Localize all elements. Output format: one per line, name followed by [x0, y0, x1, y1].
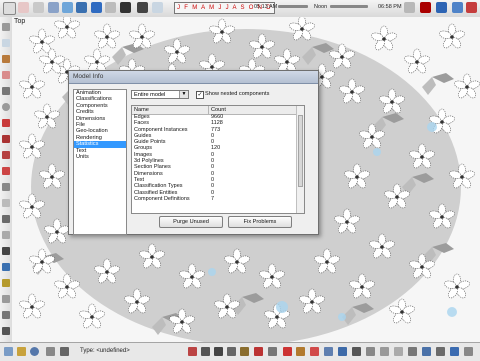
- line-tool-icon[interactable]: [48, 2, 59, 13]
- zoom-icon[interactable]: [2, 311, 10, 319]
- time-start-label: 05:13 AM: [254, 4, 278, 10]
- monochrome-icon[interactable]: [408, 347, 417, 356]
- hidden-line-icon[interactable]: [366, 347, 375, 356]
- row-count: 7: [211, 195, 215, 202]
- front-view-icon[interactable]: [450, 347, 459, 356]
- tape-measure-icon[interactable]: [2, 199, 10, 207]
- table-rows: Edges 9660 Faces 1128 Component Instances 7…: [132, 114, 296, 202]
- view-icon[interactable]: [120, 2, 131, 13]
- paint-icon[interactable]: [283, 347, 292, 356]
- drape-icon[interactable]: [310, 347, 319, 356]
- status-bar: Type: <undefined>: [0, 342, 480, 361]
- credits-icon[interactable]: [17, 347, 26, 356]
- time-slider-right[interactable]: [330, 5, 368, 8]
- shaded-icon[interactable]: [380, 347, 389, 356]
- chevron-down-icon: ▼: [179, 91, 188, 98]
- shape-tool-icon[interactable]: [76, 2, 87, 13]
- classifier-icon[interactable]: [60, 347, 69, 356]
- xray-icon[interactable]: [324, 347, 333, 356]
- eraser-tool-icon[interactable]: [2, 71, 10, 79]
- pencil-icon[interactable]: [2, 55, 10, 63]
- axes-icon[interactable]: [2, 263, 10, 271]
- nested-components-label: Show nested components: [205, 91, 270, 97]
- view-label: Top: [14, 18, 26, 25]
- make-component-icon[interactable]: [2, 39, 10, 47]
- zoom-extents-icon[interactable]: [2, 327, 10, 335]
- back-edges-icon[interactable]: [338, 347, 347, 356]
- rotate-tool-icon[interactable]: [201, 347, 210, 356]
- intersect-icon[interactable]: [254, 347, 263, 356]
- flip-icon[interactable]: [227, 347, 236, 356]
- move-icon[interactable]: [2, 135, 10, 143]
- nested-components-checkbox[interactable]: ✓: [196, 91, 204, 99]
- fog-toggle-icon[interactable]: [152, 2, 163, 13]
- wireframe-icon[interactable]: [352, 347, 361, 356]
- section-fill-icon[interactable]: [452, 2, 463, 13]
- table-row: Component Definitions 7: [132, 196, 296, 202]
- arc-tool-icon[interactable]: [62, 2, 73, 13]
- scale-icon[interactable]: [2, 167, 10, 175]
- section-display-icon[interactable]: [436, 2, 447, 13]
- follow-me-icon[interactable]: [240, 347, 249, 356]
- geo-location-icon[interactable]: [4, 347, 13, 356]
- outer-shell-icon[interactable]: [268, 347, 277, 356]
- text-icon[interactable]: [2, 247, 10, 255]
- select-tool-icon[interactable]: [3, 2, 16, 15]
- help-icon[interactable]: [30, 347, 39, 356]
- instructor-icon[interactable]: [46, 347, 55, 356]
- move-tool-icon[interactable]: [188, 347, 197, 356]
- time-slider[interactable]: [278, 5, 308, 8]
- fix-problems-button[interactable]: Fix Problems: [228, 216, 292, 228]
- orbit-icon[interactable]: [2, 279, 10, 287]
- shadows-toggle-icon[interactable]: [137, 2, 148, 13]
- scrollbar-thumb[interactable]: [298, 115, 303, 187]
- select-icon[interactable]: [2, 23, 10, 31]
- protractor-icon[interactable]: [2, 231, 10, 239]
- time-end-label: 06:58 PM: [378, 4, 402, 10]
- rectangle-icon[interactable]: [2, 87, 10, 95]
- category-units[interactable]: Units: [74, 154, 126, 160]
- purge-unused-button[interactable]: Purge Unused: [159, 216, 223, 228]
- offset-icon[interactable]: [2, 183, 10, 191]
- iso-view-icon[interactable]: [422, 347, 431, 356]
- style-swatch-icon[interactable]: [404, 2, 415, 13]
- stamp-icon[interactable]: [296, 347, 305, 356]
- redo-icon[interactable]: [105, 2, 116, 13]
- category-list: Animation Classifications Components Cre…: [73, 89, 127, 235]
- column-header-count[interactable]: Count: [211, 106, 226, 114]
- scope-select-value: Entire model: [134, 92, 166, 98]
- circle-icon[interactable]: [2, 103, 10, 111]
- textured-icon[interactable]: [394, 347, 403, 356]
- paint-bucket-icon[interactable]: [33, 2, 44, 13]
- row-name: Component Definitions: [134, 195, 190, 202]
- section-plane-icon[interactable]: [420, 2, 431, 13]
- noon-label: Noon: [314, 4, 328, 10]
- top-toolbar: J F M A M J J A S O N D 05:13 AM Noon 06…: [0, 0, 480, 18]
- scale-tool-icon[interactable]: [214, 347, 223, 356]
- column-header-name[interactable]: Name: [134, 106, 149, 114]
- push-pull-icon[interactable]: [2, 119, 10, 127]
- table-scrollbar[interactable]: [296, 106, 304, 213]
- scope-select[interactable]: Entire model ▼: [131, 90, 189, 99]
- rotate-icon[interactable]: [2, 151, 10, 159]
- column-divider[interactable]: [208, 106, 209, 114]
- status-type-text: Type: <undefined>: [80, 348, 130, 354]
- eraser-icon[interactable]: [18, 2, 29, 13]
- dialog-title: Model Info: [73, 73, 104, 80]
- pan-icon[interactable]: [2, 295, 10, 303]
- dialog-titlebar[interactable]: Model Info: [69, 71, 318, 84]
- extension-icon[interactable]: [466, 2, 477, 13]
- undo-icon[interactable]: [91, 2, 102, 13]
- statistics-table: Name Count Edges 9660 Faces 1128 Component…: [131, 105, 305, 214]
- model-info-dialog: Model Info Animation Classifications Com…: [68, 70, 319, 235]
- dimension-icon[interactable]: [2, 215, 10, 223]
- right-view-icon[interactable]: [464, 347, 473, 356]
- top-view-icon[interactable]: [436, 347, 445, 356]
